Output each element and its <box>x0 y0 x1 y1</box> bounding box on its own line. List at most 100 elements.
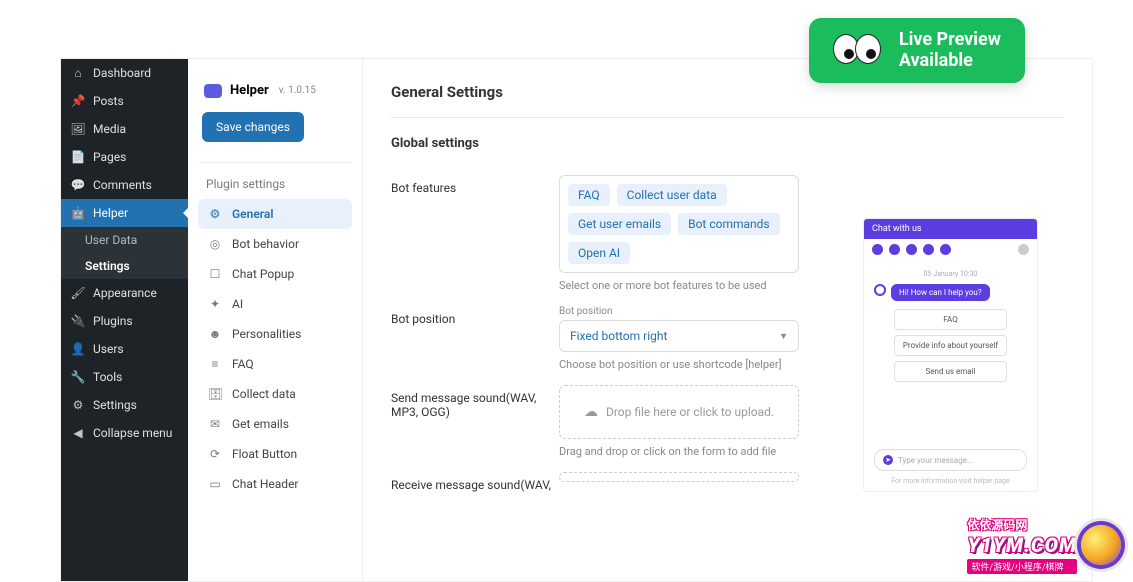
pin-icon: 📌 <box>71 94 85 108</box>
position-hint: Choose bot position or use shortcode [he… <box>559 358 799 371</box>
ps-label: Bot behavior <box>232 237 299 251</box>
sidebar-label: Settings <box>93 398 137 412</box>
preview-opt-email[interactable]: Send us email <box>894 361 1007 382</box>
send-icon[interactable]: ➤ <box>883 455 893 465</box>
sidebar-item-media[interactable]: 🖼 Media <box>61 115 188 143</box>
chip-commands[interactable]: Bot commands <box>678 213 780 235</box>
plugin-settings-heading: Plugin settings <box>198 169 352 199</box>
position-select[interactable]: Fixed bottom right ▼ <box>559 320 799 352</box>
position-value: Fixed bottom right <box>570 329 667 343</box>
chat-preview: Chat with us 05 January 10:30 Hi! How ca… <box>863 218 1038 492</box>
recv-sound-dropzone[interactable] <box>559 472 799 482</box>
sidebar-item-pages[interactable]: 📄Pages <box>61 143 188 171</box>
live-preview-badge[interactable]: Live Preview Available <box>809 18 1025 83</box>
chip-emails[interactable]: Get user emails <box>568 213 671 235</box>
position-label: Bot position <box>391 306 559 326</box>
ps-item-collect[interactable]: 🗄 Collect data <box>198 379 352 409</box>
watermark: 依依源码网 Y1YM.COM 软件/游戏/小程序/棋牌 <box>967 516 1121 574</box>
sidebar-item-comments[interactable]: 💬Comments <box>61 171 188 199</box>
face-icon: ☻ <box>208 327 222 341</box>
sidebar-label: Helper <box>93 206 128 220</box>
dropzone-text: Drop file here or click to upload. <box>606 405 774 419</box>
ps-item-ai[interactable]: ✦ AI <box>198 289 352 319</box>
ps-item-general[interactable]: ⚙ General <box>198 199 352 229</box>
ps-label: AI <box>232 297 243 311</box>
sidebar-sub-settings[interactable]: Settings <box>61 253 188 279</box>
sidebar-label: Tools <box>93 370 122 384</box>
chip-faq[interactable]: FAQ <box>568 184 610 206</box>
ps-item-emails[interactable]: ✉Get emails <box>198 409 352 439</box>
messenger-icon[interactable] <box>940 244 951 255</box>
target-icon: ◎ <box>208 237 222 251</box>
sidebar-item-users[interactable]: 👤 Users <box>61 335 188 363</box>
brush-icon: 🖌 <box>71 286 85 300</box>
sparkle-icon: ✦ <box>208 297 222 311</box>
ps-item-header[interactable]: ▭Chat Header <box>198 469 352 499</box>
ps-item-personalities[interactable]: ☻ Personalities <box>198 319 352 349</box>
sidebar-item-dashboard[interactable]: ⌂Dashboard <box>61 59 188 87</box>
sidebar-label: Pages <box>93 150 126 164</box>
facebook-icon[interactable] <box>923 244 934 255</box>
plugin-version: v. 1.0.15 <box>279 85 316 96</box>
ps-item-float[interactable]: ⟳Float Button <box>198 439 352 469</box>
plugin-sidebar: Helper v. 1.0.15 Save changes Plugin set… <box>188 59 363 581</box>
dashboard-icon: ⌂ <box>71 66 85 80</box>
chip-collect[interactable]: Collect user data <box>617 184 727 206</box>
user-icon: 👤 <box>71 342 85 356</box>
preview-timestamp: 05 January 10:30 <box>874 270 1027 278</box>
viber-icon[interactable] <box>906 244 917 255</box>
ps-label: Float Button <box>232 447 297 461</box>
ps-label: General <box>232 207 273 221</box>
media-icon: 🖼 <box>71 122 85 136</box>
preview-footer: For more information visit helper page <box>864 477 1037 491</box>
sidebar-item-helper[interactable]: 🤖 Helper <box>61 199 188 227</box>
sidebar-item-plugins[interactable]: 🔌Plugins <box>61 307 188 335</box>
ps-item-popup[interactable]: ☐ Chat Popup <box>198 259 352 289</box>
sidebar-label: Appearance <box>93 286 157 300</box>
popup-icon: ☐ <box>208 267 222 281</box>
ps-item-faq[interactable]: ≡FAQ <box>198 349 352 379</box>
wrench-icon: 🔧 <box>71 370 85 384</box>
collapse-icon: ◀ <box>71 426 85 440</box>
chip-openai[interactable]: Open AI <box>568 242 630 264</box>
send-sound-label: Send message sound(WAV, MP3, OGG) <box>391 385 559 419</box>
sidebar-label: Media <box>93 122 126 136</box>
watermark-tags: 软件/游戏/小程序/棋牌 <box>967 559 1077 574</box>
comment-icon: 💬 <box>71 178 85 192</box>
gear-icon: ⚙ <box>208 207 222 221</box>
close-icon[interactable] <box>1018 244 1029 255</box>
features-chipbox[interactable]: FAQ Collect user data Get user emails Bo… <box>559 175 799 273</box>
features-hint: Select one or more bot features to be us… <box>559 279 799 292</box>
sidebar-item-appearance[interactable]: 🖌 Appearance <box>61 279 188 307</box>
ps-item-behavior[interactable]: ◎ Bot behavior <box>198 229 352 259</box>
sidebar-label: Users <box>93 342 124 356</box>
preview-placeholder: Type your message... <box>898 456 973 465</box>
preview-input[interactable]: ➤ Type your message... <box>874 449 1027 471</box>
save-button[interactable]: Save changes <box>202 112 304 142</box>
features-label: Bot features <box>391 175 559 195</box>
wp-sidebar: ⌂Dashboard 📌 Posts 🖼 Media 📄Pages 💬Comment… <box>61 59 188 581</box>
ps-label: Personalities <box>232 327 301 341</box>
archive-icon: 🗄 <box>208 387 222 401</box>
sidebar-item-posts[interactable]: 📌 Posts <box>61 87 188 115</box>
robot-icon: 🤖 <box>71 206 85 220</box>
whatsapp-icon[interactable] <box>872 244 883 255</box>
watermark-domain: Y1YM.COM <box>967 533 1077 557</box>
sidebar-item-collapse[interactable]: ◀Collapse menu <box>61 419 188 447</box>
ps-label: FAQ <box>232 357 254 371</box>
send-sound-dropzone[interactable]: ☁ Drop file here or click to upload. <box>559 385 799 439</box>
divider <box>391 117 1064 118</box>
sidebar-item-tools[interactable]: 🔧 Tools <box>61 363 188 391</box>
preview-opt-faq[interactable]: FAQ <box>894 309 1007 330</box>
sidebar-sub-userdata[interactable]: User Data <box>61 227 188 253</box>
sidebar-label: Posts <box>93 94 124 108</box>
position-mini-label: Bot position <box>559 306 799 317</box>
ps-label: Collect data <box>232 387 296 401</box>
recv-sound-label: Receive message sound(WAV, <box>391 472 559 492</box>
ps-label: Chat Popup <box>232 267 294 281</box>
page-title: General Settings <box>391 83 1064 101</box>
preview-opt-info[interactable]: Provide info about yourself <box>894 335 1007 356</box>
eyes-icon <box>833 34 881 68</box>
sidebar-item-settings[interactable]: ⚙Settings <box>61 391 188 419</box>
telegram-icon[interactable] <box>889 244 900 255</box>
